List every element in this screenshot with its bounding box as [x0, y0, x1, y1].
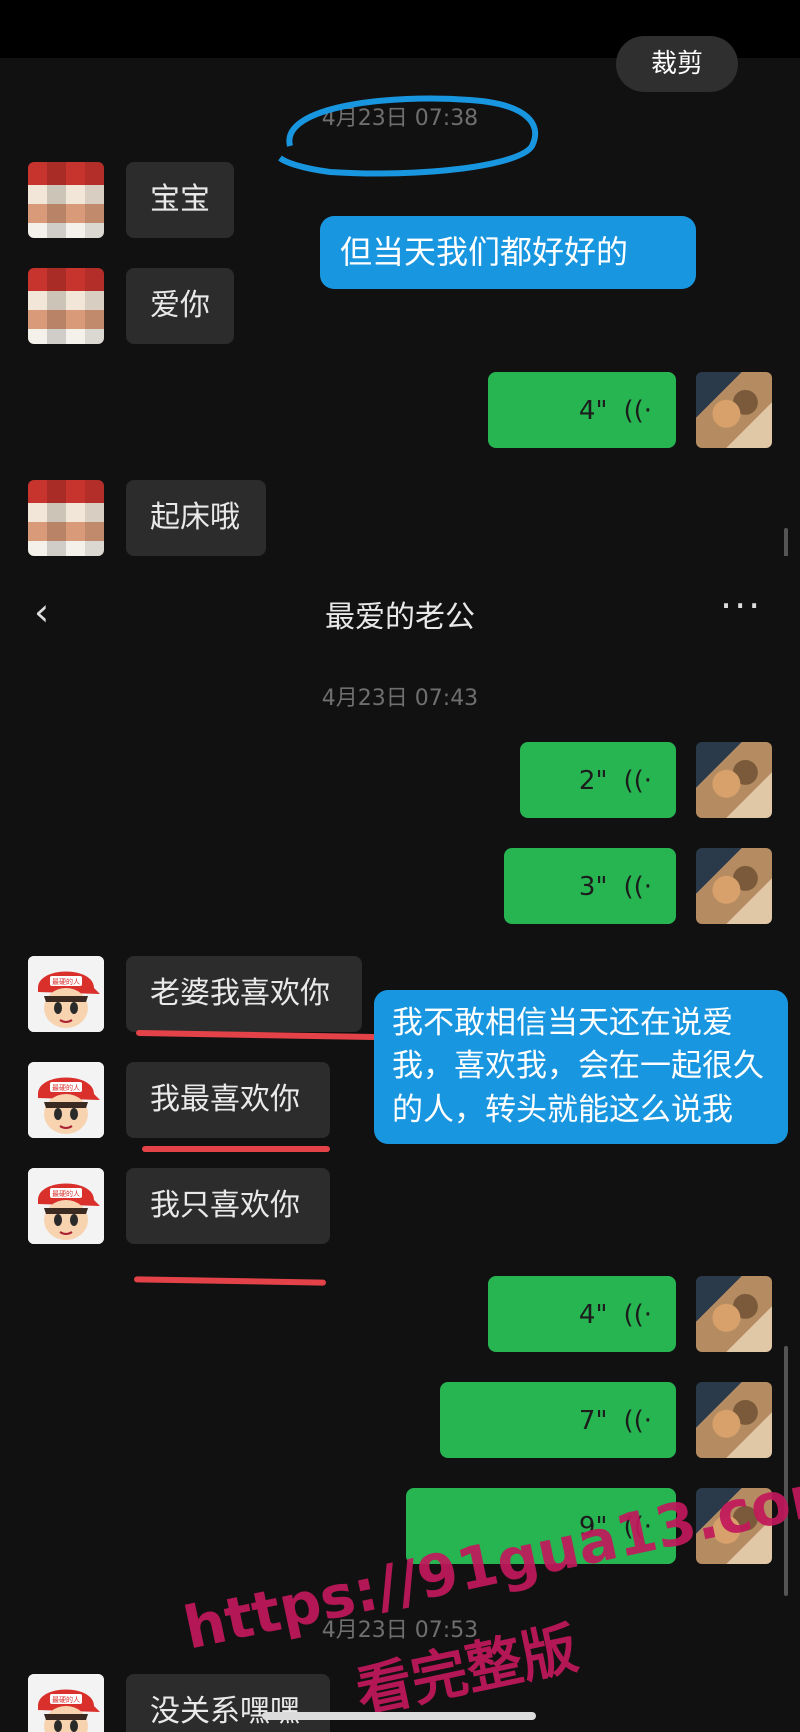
voice-wave-icon: ((· [623, 766, 652, 796]
incoming-message-bubble[interactable]: 爱你 [126, 268, 234, 344]
voice-duration: 2" [578, 766, 608, 796]
incoming-message-bubble[interactable]: 我只喜欢你 [126, 1168, 330, 1244]
message-timestamp: 4月23日 07:43 [321, 686, 479, 711]
blue-circle-annotation [278, 95, 539, 177]
outgoing-voice-message[interactable]: 7" ((· [440, 1382, 676, 1458]
my-avatar[interactable] [696, 1276, 772, 1352]
my-avatar[interactable] [696, 848, 772, 924]
message-text: 老婆我喜欢你 [150, 976, 330, 1011]
contact-avatar[interactable]: 最硬的人 [28, 1168, 104, 1244]
voice-duration: 3" [578, 872, 608, 902]
incoming-message-bubble[interactable]: 起床哦 [126, 480, 266, 556]
cartoon-avatar-icon: 最硬的人 [28, 956, 104, 1032]
contact-avatar[interactable]: 最硬的人 [28, 1062, 104, 1138]
voice-wave-icon: ((· [623, 1406, 652, 1436]
incoming-message-bubble[interactable]: 没关系嘿嘿 [126, 1674, 330, 1732]
voice-duration: 4" [578, 396, 608, 426]
avatar-cap-text: 最硬的人 [52, 1083, 80, 1092]
incoming-message-bubble[interactable]: 宝宝 [126, 162, 234, 238]
nav-bar: ‹ 最爱的老公 ··· [0, 556, 800, 656]
message-text: 宝宝 [150, 182, 210, 217]
annotation-note: 我不敢相信当天还在说爱我，喜欢我，会在一起很久的人，转头就能这么说我 [374, 990, 788, 1145]
contact-avatar[interactable] [28, 268, 104, 344]
outgoing-voice-message[interactable]: 2" ((· [520, 742, 676, 818]
home-indicator[interactable] [262, 1712, 536, 1720]
contact-avatar[interactable]: 最硬的人 [28, 1674, 104, 1732]
crop-button[interactable]: 裁剪 [616, 36, 738, 92]
my-avatar[interactable] [696, 1382, 772, 1458]
voice-duration: 4" [578, 1300, 608, 1330]
voice-duration: 7" [578, 1406, 608, 1436]
contact-avatar[interactable]: 最硬的人 [28, 956, 104, 1032]
outgoing-voice-message[interactable]: 3" ((· [504, 848, 676, 924]
more-options-icon[interactable]: ··· [720, 584, 762, 628]
avatar-cap-text: 最硬的人 [52, 977, 80, 986]
outgoing-voice-message[interactable]: 4" ((· [488, 1276, 676, 1352]
contact-avatar[interactable] [28, 480, 104, 556]
message-text: 起床哦 [150, 500, 240, 535]
outgoing-voice-message[interactable]: 4" ((· [488, 372, 676, 448]
annotation-note: 但当天我们都好好的 [320, 216, 696, 289]
contact-avatar[interactable] [28, 162, 104, 238]
message-text: 爱你 [150, 288, 210, 323]
voice-wave-icon: ((· [623, 396, 652, 426]
message-text: 我最喜欢你 [150, 1082, 300, 1117]
cartoon-avatar-icon: 最硬的人 [28, 1674, 104, 1732]
chat-panel-top: 4月23日 07:38 宝宝 但当天我们都好好的 爱你 4" ((· 起床哦 [0, 58, 800, 556]
avatar-cap-text: 最硬的人 [52, 1695, 80, 1704]
incoming-message-bubble[interactable]: 我最喜欢你 [126, 1062, 330, 1138]
cartoon-avatar-icon: 最硬的人 [28, 1062, 104, 1138]
voice-wave-icon: ((· [623, 872, 652, 902]
scrollbar[interactable] [784, 528, 788, 556]
chat-title: 最爱的老公 [325, 600, 475, 635]
voice-wave-icon: ((· [623, 1300, 652, 1330]
my-avatar[interactable] [696, 372, 772, 448]
message-text: 我只喜欢你 [150, 1188, 300, 1223]
my-avatar[interactable] [696, 742, 772, 818]
red-underline-annotation [133, 1276, 327, 1286]
cartoon-avatar-icon: 最硬的人 [28, 1168, 104, 1244]
incoming-message-bubble[interactable]: 老婆我喜欢你 [126, 956, 362, 1032]
avatar-cap-text: 最硬的人 [52, 1189, 80, 1198]
red-underline-annotation [142, 1146, 330, 1152]
